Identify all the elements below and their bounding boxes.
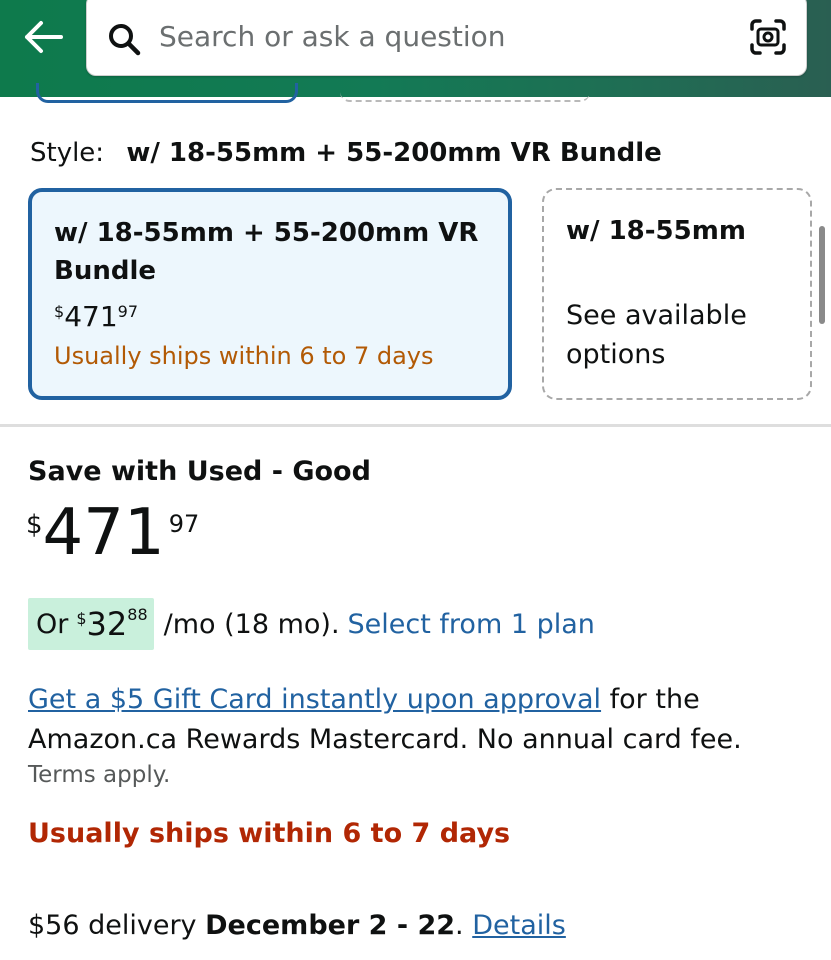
offer-price: $471 97 xyxy=(26,496,199,576)
installment-whole: 32 xyxy=(86,605,128,643)
back-button[interactable] xyxy=(18,14,68,60)
installment-row: Or $32 88 /mo (18 mo). Select from 1 plan xyxy=(28,598,595,650)
delivery-dates: December 2 - 22 xyxy=(205,910,456,941)
option-title: w/ 18-55mm + 55-200mm VR Bundle xyxy=(54,218,479,286)
style-option-18-55mm[interactable]: w/ 18-55mm See available options xyxy=(542,188,812,400)
style-label: Style: xyxy=(30,138,105,168)
price-symbol: $ xyxy=(26,510,43,540)
price-fraction: 97 xyxy=(117,302,138,321)
option-subtitle: See available options xyxy=(566,300,747,370)
delivery-period: . xyxy=(455,910,464,941)
price-whole: 471 xyxy=(42,496,165,570)
installment-term: /mo (18 mo). xyxy=(163,608,340,640)
availability-text: Usually ships within 6 to 7 days xyxy=(28,818,511,849)
delivery-details-link[interactable]: Details xyxy=(472,910,566,941)
gift-card-link[interactable]: Get a $5 Gift Card instantly upon approv… xyxy=(28,684,601,715)
previous-selector-edge xyxy=(36,83,298,103)
installment-symbol: $ xyxy=(76,608,87,628)
previous-selector-edge-dashed xyxy=(340,88,590,102)
terms-text: Terms apply. xyxy=(28,762,171,788)
delivery-price: $56 delivery xyxy=(28,910,197,941)
search-box[interactable] xyxy=(86,0,807,76)
price-symbol: $ xyxy=(54,302,65,321)
option-shipping: Usually ships within 6 to 7 days xyxy=(54,342,434,370)
section-divider xyxy=(0,424,831,427)
price-fraction: 97 xyxy=(168,510,200,538)
installment-price-badge: Or $32 88 xyxy=(28,598,154,650)
installment-prefix: Or xyxy=(36,608,69,640)
search-input[interactable] xyxy=(159,15,719,57)
gift-card-promo: Get a $5 Gift Card instantly upon approv… xyxy=(28,680,818,760)
installment-fraction: 88 xyxy=(127,604,148,624)
offer-title: Save with Used - Good xyxy=(28,456,371,487)
delivery-info: $56 delivery December 2 - 22. Details xyxy=(28,910,566,941)
option-price: $47197 xyxy=(54,300,138,333)
search-icon xyxy=(109,24,141,56)
style-label-row: Style: w/ 18-55mm + 55-200mm VR Bundle xyxy=(30,138,662,168)
arrow-left-icon xyxy=(25,21,63,53)
price-whole: 471 xyxy=(64,300,118,333)
style-option-bundle[interactable]: w/ 18-55mm + 55-200mm VR Bundle $47197 U… xyxy=(28,188,512,400)
select-plan-link[interactable]: Select from 1 plan xyxy=(348,609,595,640)
scrollbar[interactable] xyxy=(819,226,825,324)
style-selected-value: w/ 18-55mm + 55-200mm VR Bundle xyxy=(126,138,662,168)
camera-scan-icon[interactable] xyxy=(748,17,788,57)
option-title: w/ 18-55mm xyxy=(566,216,746,246)
